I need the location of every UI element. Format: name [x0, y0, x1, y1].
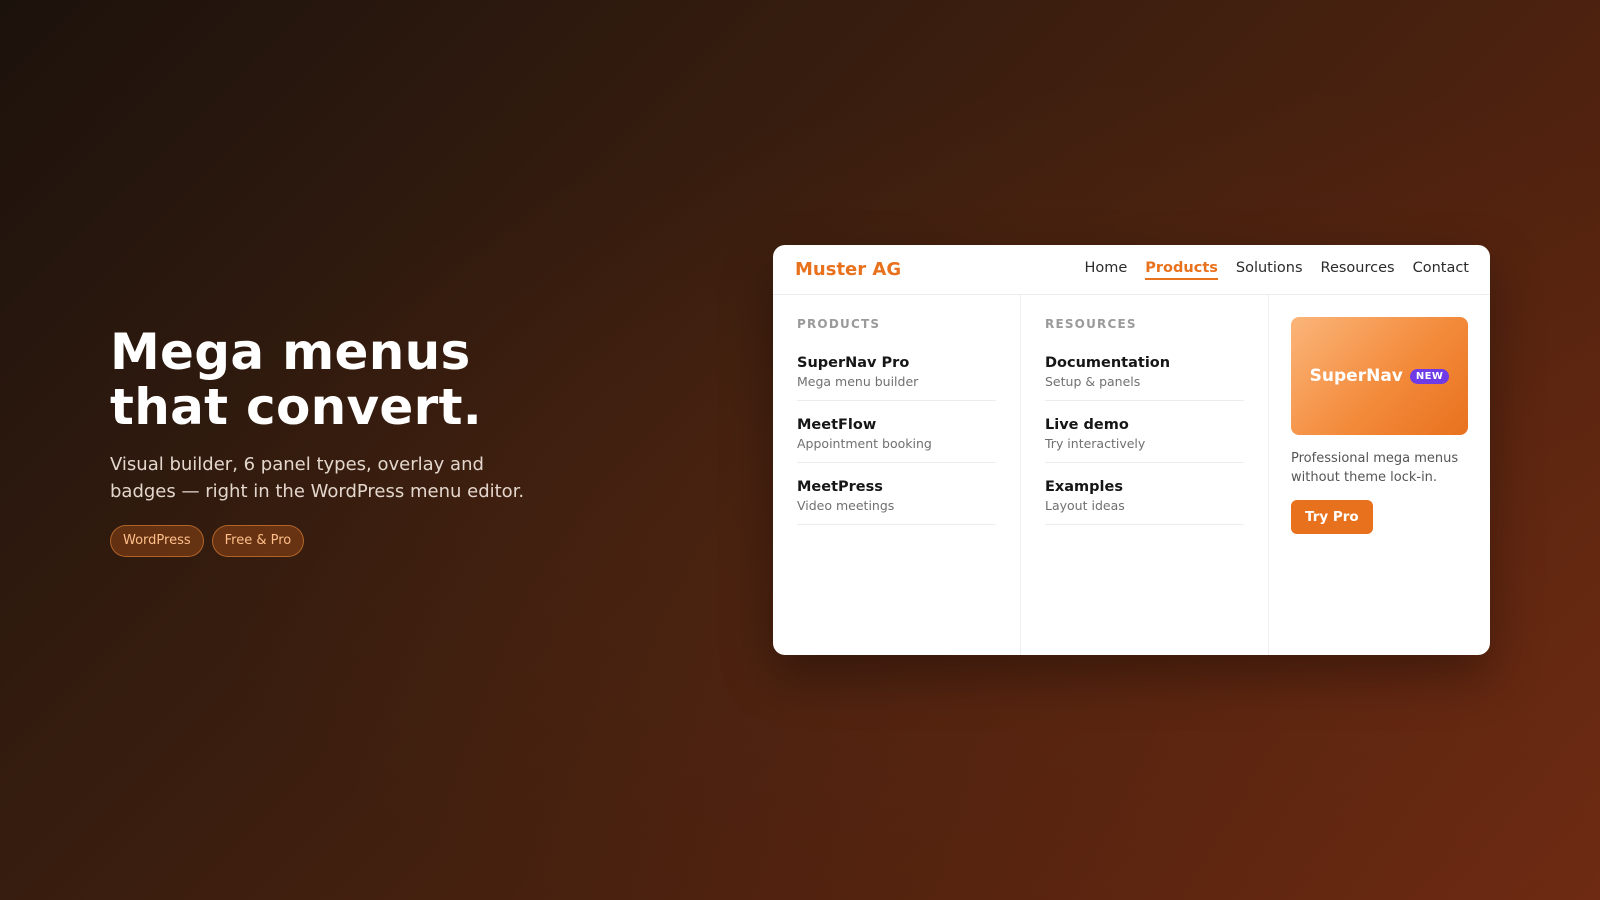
hero-subtitle: Visual builder, 6 panel types, overlay a… [110, 454, 525, 502]
nav-products[interactable]: Products [1145, 260, 1218, 280]
menu-item-title: Live demo [1045, 417, 1129, 433]
new-badge: NEW [1409, 368, 1450, 384]
menu-item-documentation[interactable]: Documentation Setup & panels [1045, 353, 1244, 401]
menu-item-live-demo[interactable]: Live demo Try interactively [1045, 415, 1244, 463]
resources-column: RESOURCES Documentation Setup & panels L… [1021, 295, 1269, 655]
menu-item-meetflow[interactable]: MeetFlow Appointment booking [797, 415, 996, 463]
menu-item-examples[interactable]: Examples Layout ideas [1045, 477, 1244, 525]
hero-pills: WordPress Free & Pro [110, 525, 530, 557]
menu-item-subtitle: Appointment booking [797, 436, 932, 451]
menu-item-subtitle: Layout ideas [1045, 498, 1125, 513]
site-logo[interactable]: Muster AG [795, 259, 901, 280]
resources-heading: RESOURCES [1045, 317, 1137, 331]
try-pro-button[interactable]: Try Pro [1291, 500, 1373, 534]
menu-item-title: MeetPress [797, 479, 883, 495]
menu-preview-card: Muster AG Home Products Solutions Resour… [773, 245, 1490, 655]
hero-section: Mega menus that convert. Visual builder,… [110, 325, 530, 557]
promo-banner[interactable]: SuperNav NEW [1291, 317, 1468, 435]
nav-solutions[interactable]: Solutions [1236, 260, 1303, 280]
promo-column: SuperNav NEW Professional mega menus wit… [1269, 295, 1490, 655]
hero-title-line1: Mega menus [110, 323, 471, 381]
products-column: PRODUCTS SuperNav Pro Mega menu builder … [773, 295, 1021, 655]
menu-item-title: SuperNav Pro [797, 355, 910, 371]
promo-product-name: SuperNav [1309, 366, 1403, 386]
nav-contact[interactable]: Contact [1413, 260, 1469, 280]
promo-description: Professional mega menus without theme lo… [1291, 451, 1459, 485]
menu-item-subtitle: Mega menu builder [797, 374, 919, 389]
nav-home[interactable]: Home [1084, 260, 1127, 280]
hero-title-line2: that convert. [110, 378, 483, 436]
menu-item-supernav-pro[interactable]: SuperNav Pro Mega menu builder [797, 353, 996, 401]
products-heading: PRODUCTS [797, 317, 881, 331]
menu-item-title: MeetFlow [797, 417, 877, 433]
main-nav: Home Products Solutions Resources Contac… [1084, 260, 1469, 280]
menu-item-title: Documentation [1045, 355, 1171, 371]
menu-item-title: Examples [1045, 479, 1123, 495]
menu-item-subtitle: Try interactively [1045, 436, 1146, 451]
pill-free-pro: Free & Pro [211, 525, 305, 557]
hero-title: Mega menus that convert. [110, 325, 530, 435]
site-header: Muster AG Home Products Solutions Resour… [773, 245, 1490, 295]
nav-resources[interactable]: Resources [1321, 260, 1395, 280]
menu-item-subtitle: Video meetings [797, 498, 895, 513]
pill-wordpress: WordPress [110, 525, 204, 557]
mega-menu-panel: PRODUCTS SuperNav Pro Mega menu builder … [773, 295, 1490, 655]
menu-item-subtitle: Setup & panels [1045, 374, 1141, 389]
menu-item-meetpress[interactable]: MeetPress Video meetings [797, 477, 996, 525]
